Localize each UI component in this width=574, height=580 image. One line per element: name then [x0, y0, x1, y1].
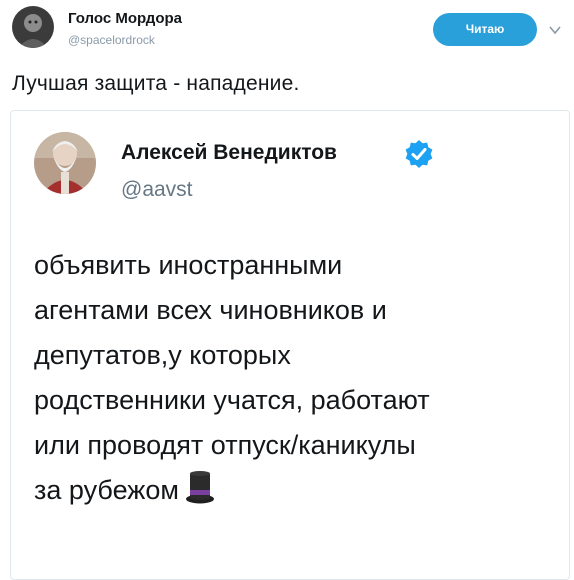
chevron-down-icon[interactable]: [549, 25, 561, 35]
quoted-text-line-last: за рубежом: [34, 468, 564, 513]
author-name[interactable]: Голос Мордора: [68, 10, 182, 27]
quoted-text-line: депутатов,у которых: [34, 340, 291, 370]
quoted-text-line: или проводят отпуск/каникулы: [34, 430, 416, 460]
author-handle[interactable]: @spacelordrock: [68, 33, 155, 47]
verified-badge-icon: [405, 140, 433, 168]
quoted-text-line: агентами всех чиновников и: [34, 295, 387, 325]
follow-button[interactable]: Читаю: [433, 13, 537, 46]
quoted-author-avatar[interactable]: [34, 132, 96, 194]
author-avatar[interactable]: [12, 6, 54, 48]
tweet-text: Лучшая защита - нападение.: [12, 72, 300, 95]
top-hat-icon: [185, 471, 214, 504]
quoted-text-line: объявить иностранными: [34, 250, 343, 280]
quoted-author-handle[interactable]: @aavst: [121, 178, 193, 202]
quoted-author-name[interactable]: Алексей Венедиктов: [121, 141, 337, 165]
quoted-text-line: родственники учатся, работают: [34, 385, 430, 415]
quoted-tweet-card[interactable]: Алексей Венедиктов @aavst объявить иност…: [10, 110, 570, 580]
quoted-text-line: за рубежом: [34, 475, 179, 505]
quoted-tweet-text: объявить иностранными агентами всех чино…: [34, 243, 564, 513]
